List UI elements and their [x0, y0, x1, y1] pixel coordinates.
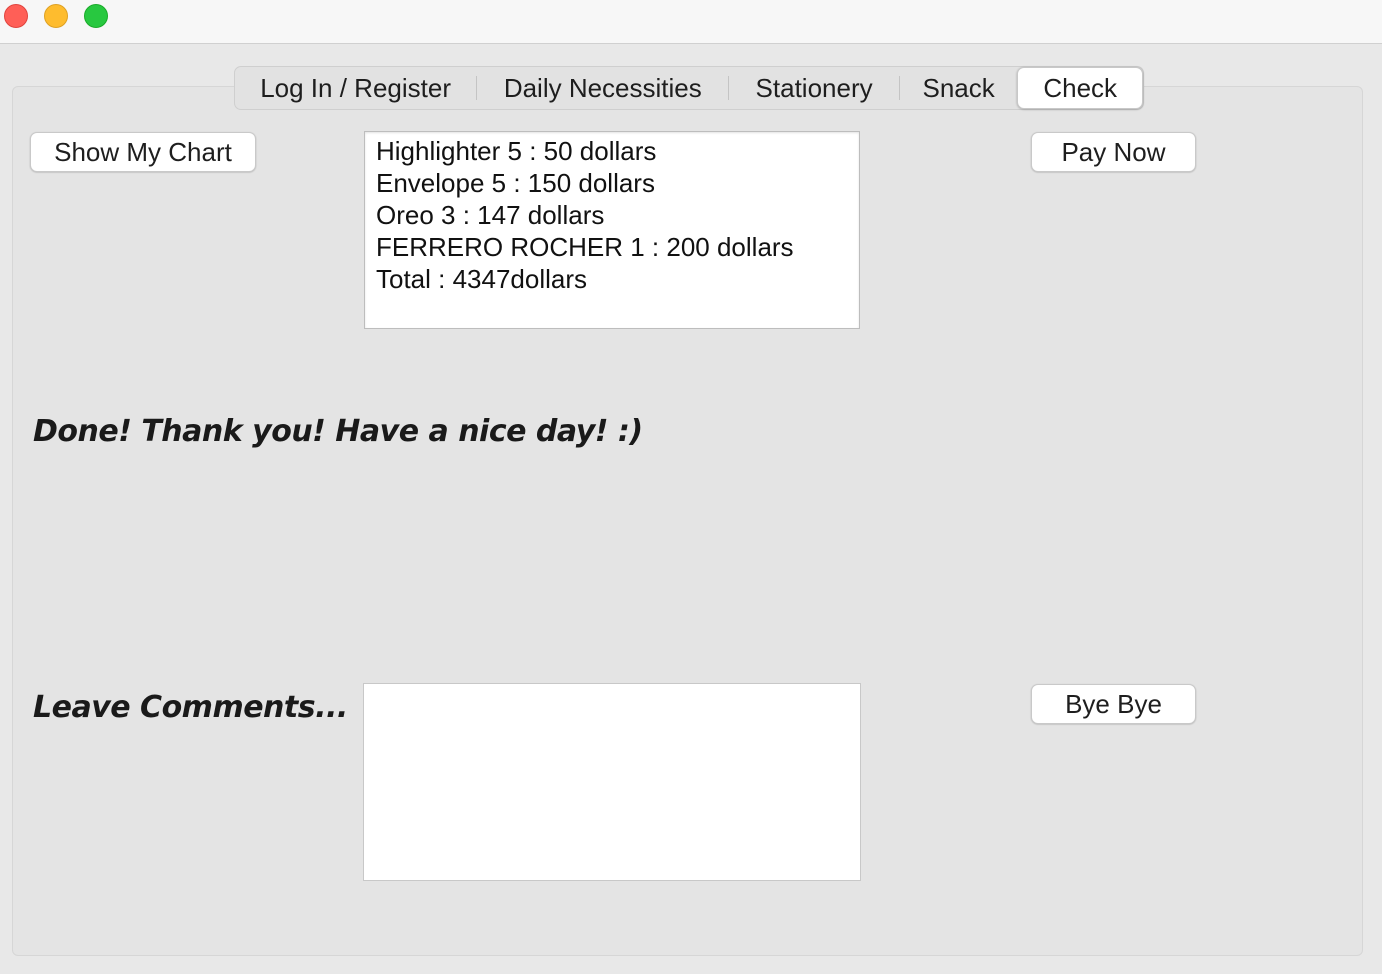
leave-comments-label: Leave Comments...	[33, 690, 348, 725]
tab-check[interactable]: Check	[1017, 67, 1144, 109]
tab-snack[interactable]: Snack	[900, 67, 1018, 109]
tab-login-register[interactable]: Log In / Register	[235, 67, 476, 109]
title-bar	[0, 0, 1382, 44]
receipt-line: Envelope 5 : 150 dollars	[376, 168, 655, 198]
receipt-text-area[interactable]: Highlighter 5 : 50 dollars Envelope 5 : …	[364, 131, 860, 329]
minimize-window-button[interactable]	[44, 4, 68, 28]
receipt-line: Oreo 3 : 147 dollars	[376, 200, 605, 230]
receipt-total: Total : 4347dollars	[376, 264, 588, 294]
tab-bar: Log In / Register Daily Necessities Stat…	[234, 66, 1144, 110]
show-my-chart-button[interactable]: Show My Chart	[30, 132, 256, 172]
maximize-window-button[interactable]	[84, 4, 108, 28]
comments-input[interactable]	[363, 683, 861, 881]
receipt-line: FERRERO ROCHER 1 : 200 dollars	[376, 232, 794, 262]
close-window-button[interactable]	[4, 4, 28, 28]
tab-daily-necessities[interactable]: Daily Necessities	[477, 67, 728, 109]
pay-now-button[interactable]: Pay Now	[1031, 132, 1196, 172]
receipt-line: Highlighter 5 : 50 dollars	[376, 136, 657, 166]
bye-bye-button[interactable]: Bye Bye	[1031, 684, 1196, 724]
app-window: Log In / Register Daily Necessities Stat…	[0, 0, 1382, 974]
thank-you-message: Done! Thank you! Have a nice day! :)	[33, 414, 643, 449]
tab-stationery[interactable]: Stationery	[729, 67, 898, 109]
